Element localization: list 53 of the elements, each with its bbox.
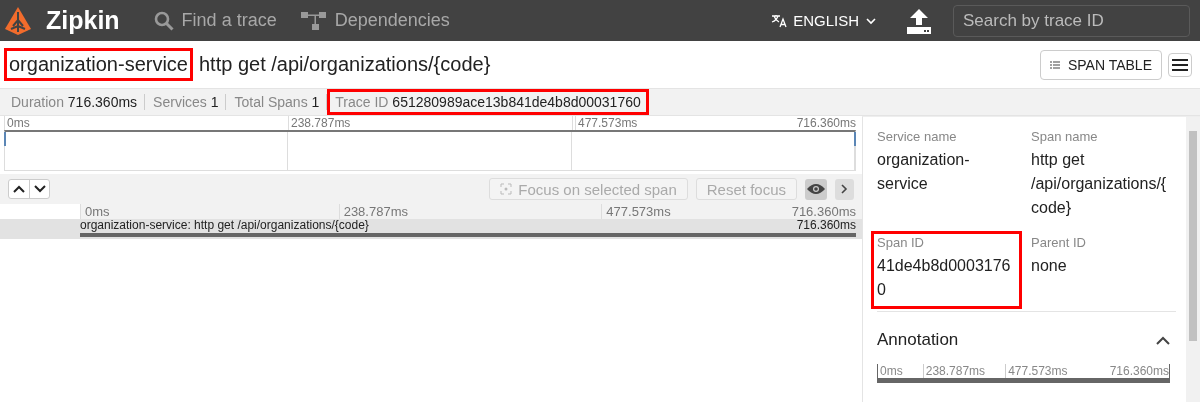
network-icon — [300, 10, 327, 31]
time-tick: 477.573ms — [575, 116, 638, 130]
span-name: http get /api/organizations/{code} — [199, 53, 492, 76]
caret-icon — [865, 16, 877, 25]
scrollbar[interactable] — [1186, 117, 1200, 402]
chevron-up-icon — [13, 185, 25, 193]
field-value: organization-service — [877, 150, 971, 194]
time-tick: 0ms — [879, 364, 904, 378]
nav-link[interactable]: Find a trace — [153, 10, 277, 31]
chevron-down-icon — [33, 185, 46, 193]
time-tick: 716.360ms — [790, 204, 856, 219]
expand-button[interactable] — [835, 178, 854, 200]
field-label: Service name — [877, 129, 958, 144]
list-icon — [1049, 60, 1060, 69]
field-label: Span name — [1031, 129, 1099, 144]
search-field[interactable]: Search by trace ID — [953, 4, 1190, 37]
field-value: none — [1031, 256, 1068, 276]
upload-icon[interactable] — [907, 7, 931, 34]
service-name: organization-service — [4, 48, 193, 81]
time-tick: 716.360ms — [795, 116, 856, 130]
time-tick: 238.787ms — [288, 116, 572, 130]
menu-button[interactable] — [1168, 52, 1192, 77]
eye-button[interactable] — [805, 178, 827, 200]
down-button[interactable] — [29, 180, 49, 198]
time-tick: 238.787ms — [922, 364, 1006, 378]
field-value: 41de4b8d00031760 — [877, 256, 1012, 300]
span-label: organization-service: http get /api/organizations/{code} — [80, 219, 369, 234]
search-icon — [153, 10, 174, 31]
trace-stat: Trace ID 651280989ace13b841de4b8d00031760 — [327, 89, 649, 115]
span-table-button[interactable]: SPAN TABLE — [1039, 49, 1162, 80]
trace-stat: Services 1 — [145, 89, 227, 115]
language-button[interactable]: ENGLISH — [767, 8, 881, 33]
field-label: Parent ID — [1031, 235, 1087, 250]
app-title: Zipkin — [46, 6, 120, 35]
trace-minimap[interactable] — [4, 130, 856, 171]
span-row[interactable]: organization-service: http get /api/organizations/{code} 716.360ms — [0, 219, 862, 239]
translate-icon — [771, 13, 788, 28]
eye-icon — [807, 183, 825, 195]
time-tick: 477.573ms — [1005, 364, 1088, 378]
chevron-right-icon — [841, 184, 848, 194]
trace-stat: Total Spans 1 — [226, 89, 328, 115]
time-tick: 716.360ms — [1108, 364, 1169, 378]
trace-stat: Duration 716.360ms — [10, 93, 139, 112]
chevron-up-icon[interactable] — [1156, 335, 1170, 345]
span-duration: 716.360ms — [796, 219, 856, 234]
logo-icon — [4, 5, 32, 36]
time-tick: 0ms — [4, 116, 288, 130]
field-value: http get /api/organizations/{code} — [1031, 150, 1168, 218]
focus-icon — [500, 183, 513, 195]
section-title: Annotation — [877, 330, 959, 350]
field-label: Span ID — [877, 235, 925, 250]
menu-icon — [1172, 58, 1188, 71]
nav-link[interactable]: Dependencies — [300, 10, 450, 31]
